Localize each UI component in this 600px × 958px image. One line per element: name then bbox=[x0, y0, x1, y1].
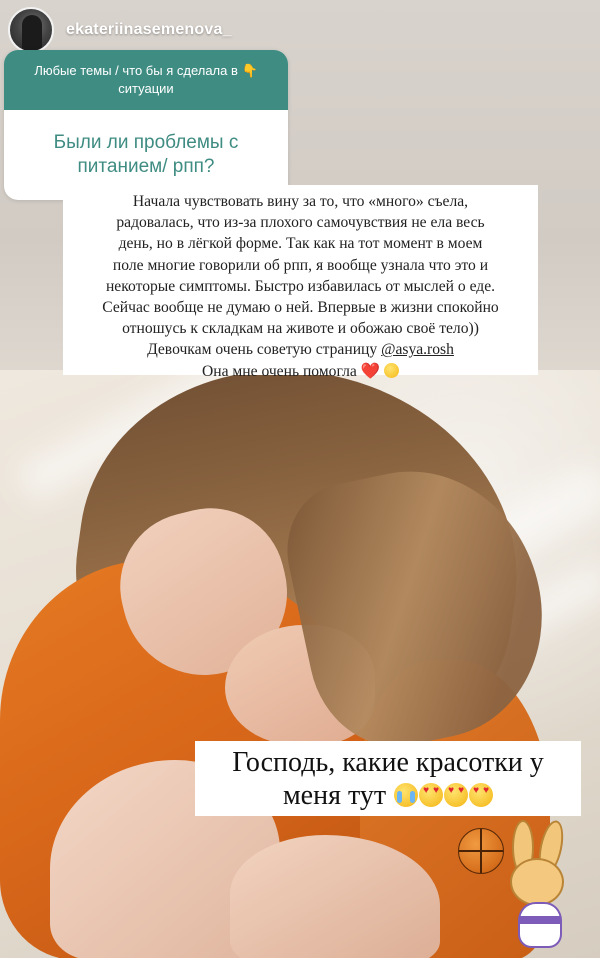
answer-line: отношусь к складкам на животе и обожаю с… bbox=[122, 320, 479, 338]
bunny-head bbox=[510, 858, 564, 906]
answer-line: поле многие говорили об рпп, я вообще уз… bbox=[112, 256, 489, 274]
answer-recommend-line: Девочкам очень советую страницу @asya.ro… bbox=[71, 339, 530, 360]
question-sticker: Любые темы / что бы я сделала в 👇 ситуац… bbox=[4, 50, 288, 200]
caption-line-1: Господь, какие красотки у bbox=[232, 747, 544, 778]
heart-emoji-icon: ❤️ bbox=[360, 362, 381, 380]
bunny-band bbox=[520, 916, 560, 924]
caption-line-2-text: меня тут bbox=[282, 780, 394, 811]
recommend-text: Девочкам очень советую страницу bbox=[147, 341, 382, 359]
answer-line: некоторые симптомы. Быстро избавилась от… bbox=[105, 277, 496, 295]
bunny-body bbox=[518, 902, 562, 948]
answer-text-block: Начала чувствовать вину за то, что «мног… bbox=[63, 185, 538, 380]
answer-line: Сейчас вообще не думаю о ней. Впервые в … bbox=[102, 299, 499, 317]
avatar[interactable] bbox=[8, 7, 54, 53]
answer-line: Начала чувствовать вину за то, что «мног… bbox=[132, 193, 469, 210]
mention-link[interactable]: @asya.rosh bbox=[381, 341, 454, 358]
question-prompt: Любые темы / что бы я сделала в 👇 ситуац… bbox=[4, 50, 288, 110]
smile-emoji-icon bbox=[384, 362, 399, 378]
last-line-text: Она мне очень помогла bbox=[201, 362, 361, 380]
story-header: ekateriinasemenova_ bbox=[8, 6, 232, 54]
avatar-figure bbox=[22, 15, 42, 51]
crying-emoji-icon bbox=[394, 783, 419, 807]
heart-eyes-emoji-icon bbox=[469, 783, 494, 807]
heart-eyes-emoji-icon bbox=[419, 783, 444, 807]
answer-line: день, но в лёгкой форме. Так как на тот … bbox=[118, 235, 483, 253]
answer-last-line: Она мне очень помогла ❤️ bbox=[71, 361, 530, 382]
caption-text-block: Господь, какие красотки у меня тут bbox=[195, 741, 581, 816]
answer-line: радовалась, что из-за плохого самочувств… bbox=[116, 214, 485, 232]
story-frame: ekateriinasemenova_ Любые темы / что бы … bbox=[0, 0, 600, 958]
basketball-sticker-icon[interactable] bbox=[458, 828, 504, 874]
caption-line-2: меня тут bbox=[207, 779, 569, 812]
heart-eyes-emoji-icon bbox=[444, 783, 469, 807]
username[interactable]: ekateriinasemenova_ bbox=[66, 21, 232, 39]
